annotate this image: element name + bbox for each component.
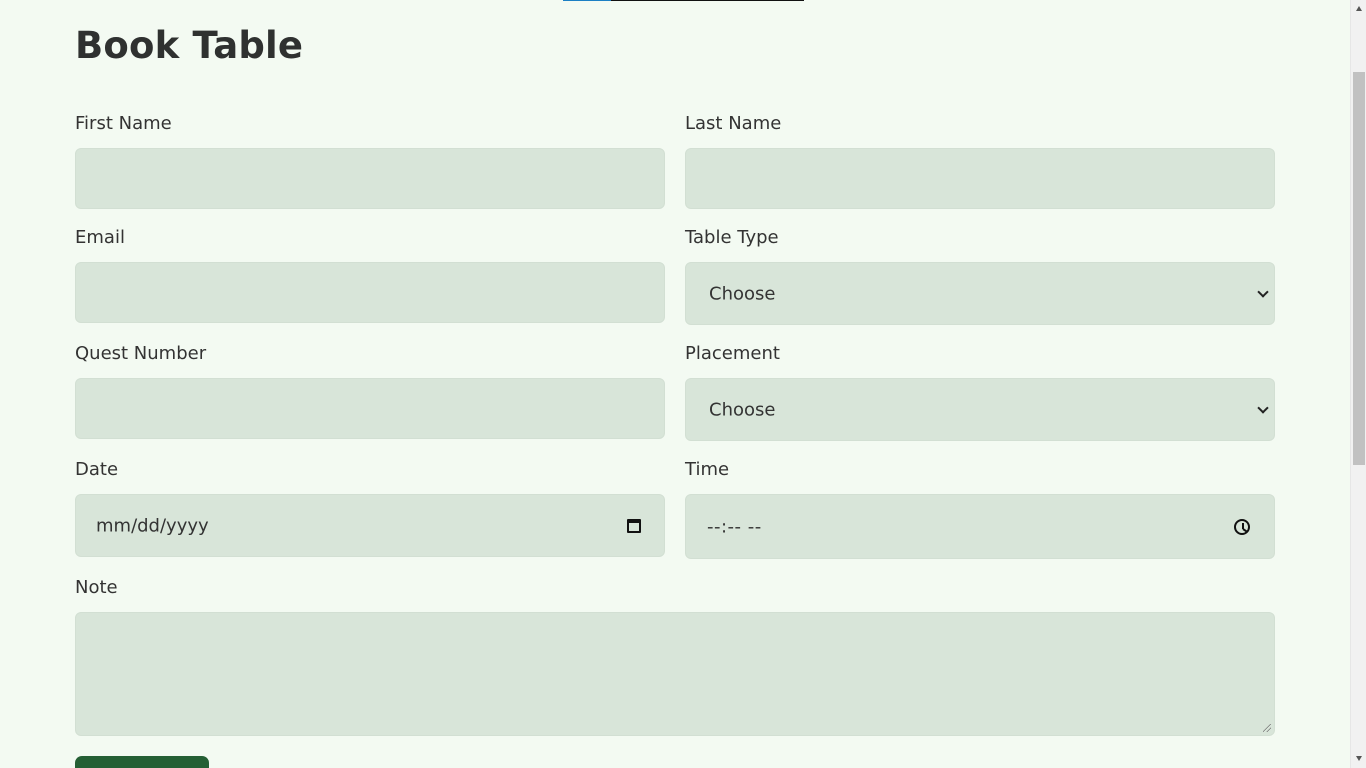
first-name-field[interactable] [76,149,664,208]
booking-page: Book Table First Name Last Name Email Ta… [0,0,1366,768]
top-tab-indicator [563,0,804,1]
quest-number-field[interactable] [76,379,664,438]
date-input[interactable]: mm/dd/yyyy [75,494,665,557]
table-type-label: Table Type [685,227,779,248]
chevron-down-icon [1257,401,1269,414]
email-label: Email [75,227,125,248]
vertical-scrollbar[interactable] [1350,0,1366,768]
submit-button[interactable] [75,756,209,768]
placement-selected-value: Choose [709,399,776,420]
email-input[interactable] [75,262,665,323]
scrollbar-thumb[interactable] [1353,72,1365,465]
placement-select[interactable]: Choose [685,378,1275,441]
date-label: Date [75,459,119,480]
placement-label: Placement [685,343,780,364]
active-tab-indicator [563,0,611,1]
quest-number-input[interactable] [75,378,665,439]
note-label: Note [75,577,118,598]
email-field[interactable] [76,263,664,322]
last-name-label: Last Name [685,113,782,134]
note-field[interactable] [76,613,1274,735]
clock-icon[interactable] [1234,519,1250,535]
scroll-down-icon[interactable] [1356,756,1362,761]
last-name-input[interactable] [685,148,1275,209]
first-name-input[interactable] [75,148,665,209]
resize-grip-icon[interactable] [1263,724,1271,732]
time-input[interactable]: --:-- -- [685,494,1275,559]
time-placeholder: --:-- -- [707,516,762,537]
time-label: Time [685,459,730,480]
calendar-icon[interactable] [627,519,641,533]
table-type-selected-value: Choose [709,283,776,304]
scroll-up-icon[interactable] [1356,6,1362,11]
date-placeholder: mm/dd/yyyy [96,515,209,536]
note-textarea[interactable] [75,612,1275,736]
first-name-label: First Name [75,113,172,134]
quest-number-label: Quest Number [75,343,207,364]
page-title: Book Table [75,24,304,67]
chevron-down-icon [1257,285,1269,298]
table-type-select[interactable]: Choose [685,262,1275,325]
last-name-field[interactable] [686,149,1274,208]
